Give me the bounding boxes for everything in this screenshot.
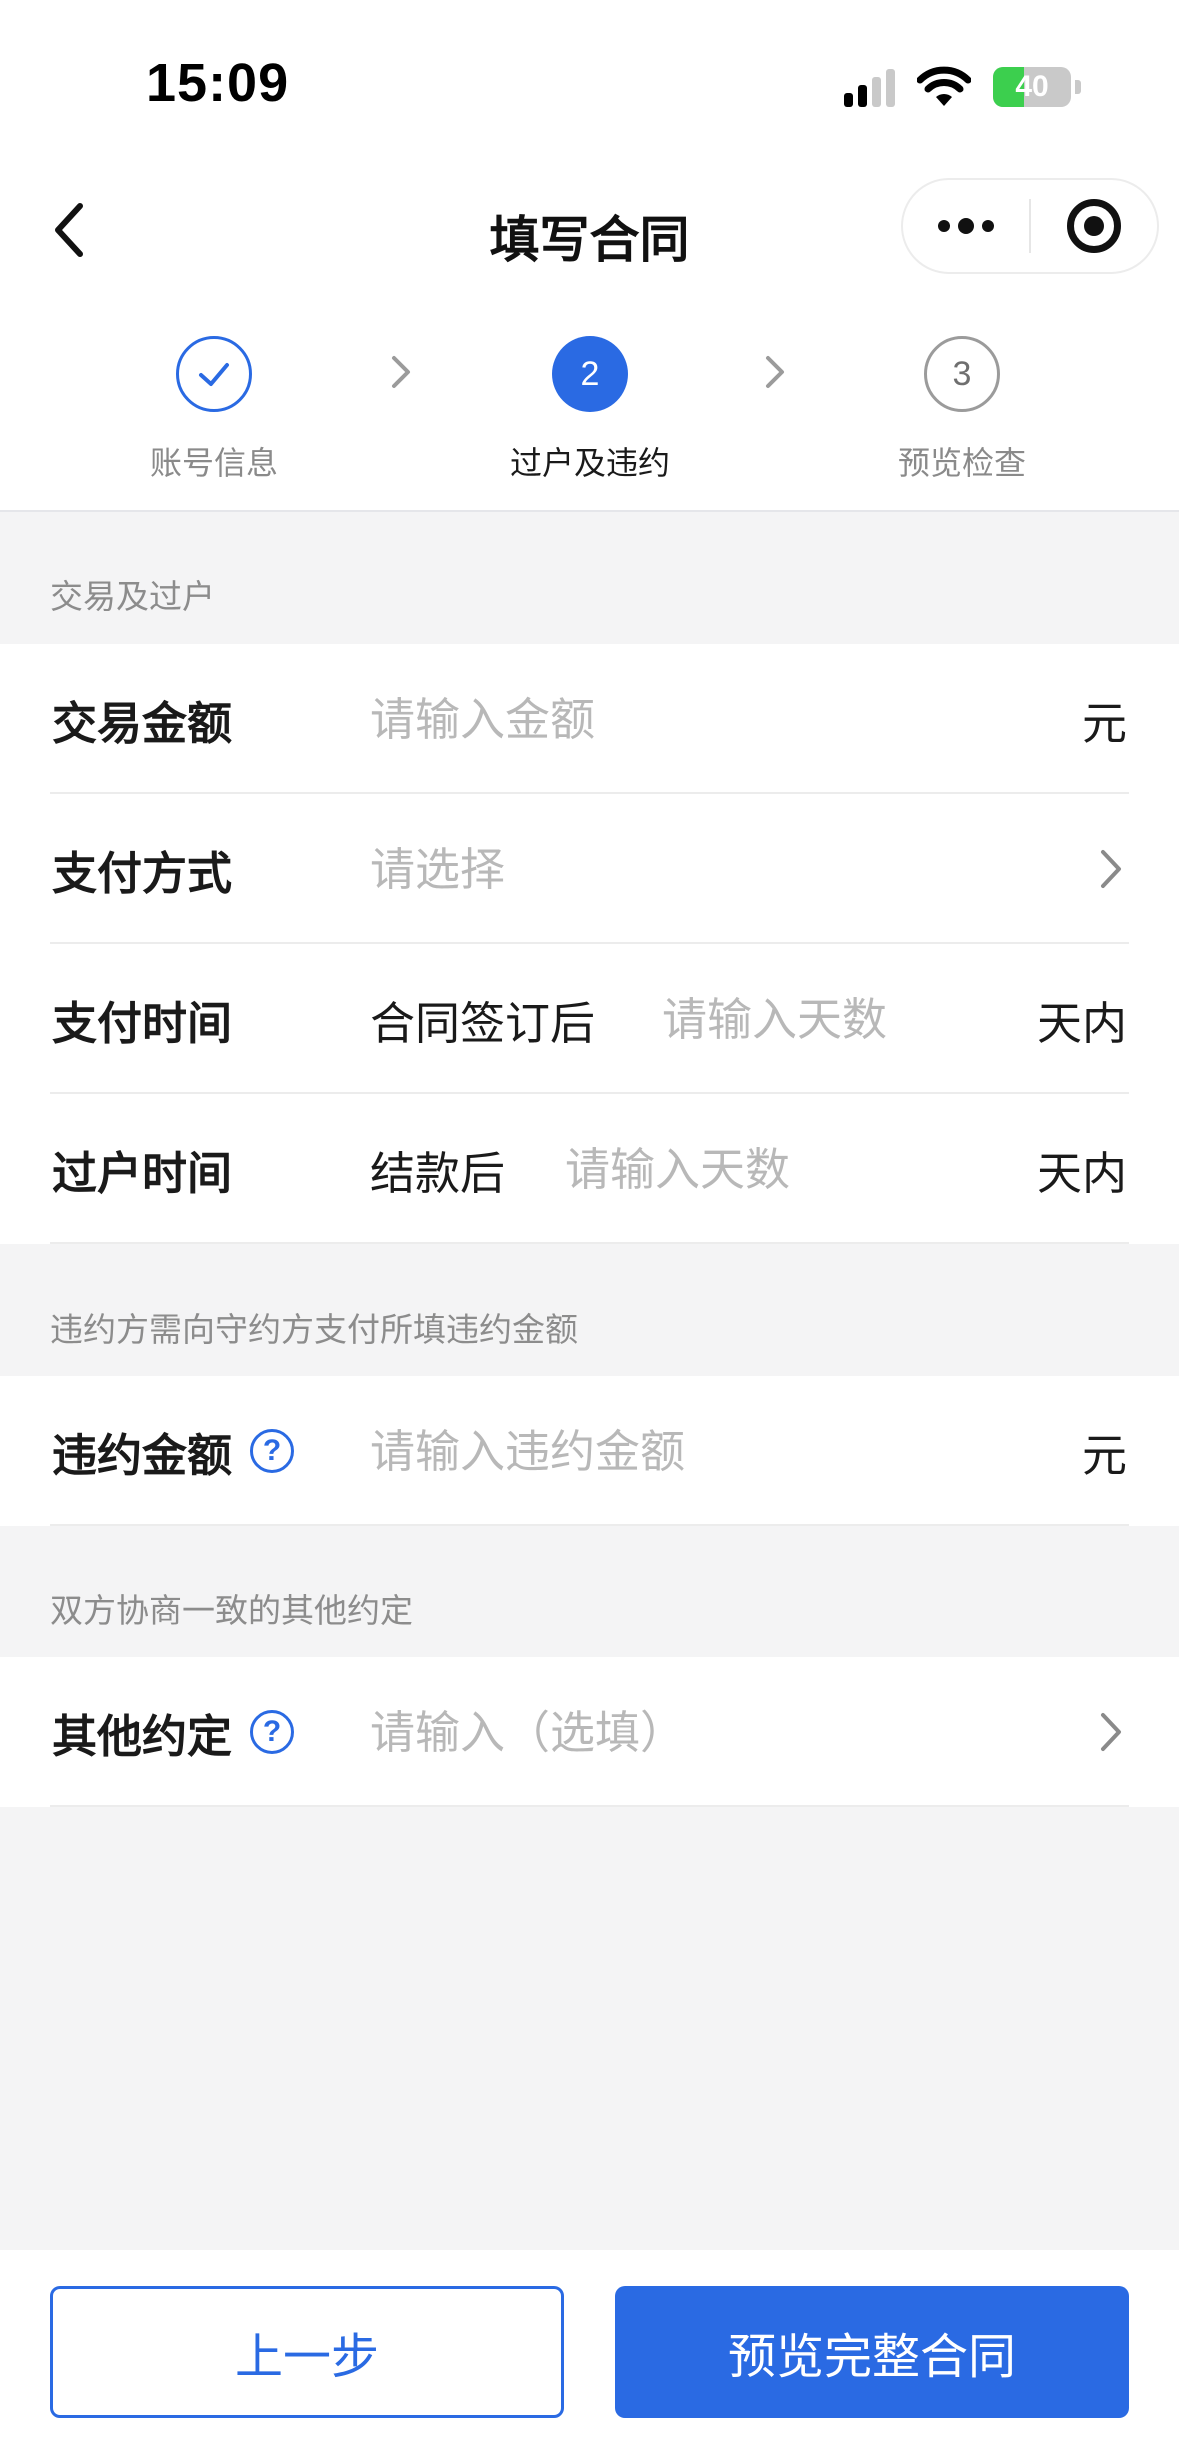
pay-time-days-input[interactable] <box>662 944 992 1094</box>
row-label: 交易金额 <box>52 696 233 750</box>
signal-icon <box>844 67 895 107</box>
row-label-text: 违约金额 <box>52 1428 233 1482</box>
step-transfer-breach: 2 过户及违约 <box>470 336 710 484</box>
unit-label: 元 <box>1081 696 1127 750</box>
page: 15:09 40 填写合同 账号信息 2 过户及违约 3 预览检查 交易及过户 … <box>0 0 1179 2460</box>
row-pay-method[interactable]: 支付方式 <box>0 794 1179 944</box>
unit-label: 元 <box>1081 1428 1127 1482</box>
close-miniprogram-button[interactable] <box>1031 180 1157 272</box>
mini-program-capsule <box>901 178 1159 274</box>
record-target-icon <box>1067 199 1121 253</box>
card-other: 其他约定 ? <box>0 1657 1179 1807</box>
step-preview-check: 3 预览检查 <box>842 336 1082 484</box>
row-other-agreement[interactable]: 其他约定 ? <box>0 1657 1179 1807</box>
checkmark-icon <box>176 336 252 412</box>
card-breach: 违约金额 ? 元 <box>0 1376 1179 1526</box>
row-pay-time: 支付时间 合同签订后 天内 <box>0 944 1179 1094</box>
breach-amount-input[interactable] <box>370 1376 1010 1526</box>
wifi-icon <box>917 66 971 106</box>
more-button[interactable] <box>903 180 1029 272</box>
prev-step-button[interactable]: 上一步 <box>50 2286 564 2418</box>
status-bar: 15:09 40 <box>0 0 1179 170</box>
step-label: 过户及违约 <box>509 444 670 482</box>
step-chevron-icon <box>392 356 410 388</box>
help-question-icon[interactable]: ? <box>250 1429 295 1473</box>
row-divider <box>50 1805 1129 1807</box>
nav-bar: 填写合同 <box>0 170 1179 290</box>
status-icons: 40 <box>844 66 1081 108</box>
stepper: 账号信息 2 过户及违约 3 预览检查 <box>0 290 1179 512</box>
bottom-action-bar: 上一步 预览完整合同 <box>0 2250 1179 2460</box>
step-number: 3 <box>924 336 1000 412</box>
transfer-time-days-input[interactable] <box>565 1094 985 1244</box>
row-transfer-time: 过户时间 结款后 天内 <box>0 1094 1179 1244</box>
chevron-right-icon <box>1101 1713 1121 1751</box>
step-label: 账号信息 <box>149 444 278 482</box>
pay-time-prefix: 合同签订后 <box>370 996 596 1050</box>
battery-icon: 40 <box>993 67 1071 107</box>
other-agreement-input[interactable] <box>370 1657 1010 1807</box>
row-label: 支付方式 <box>52 846 233 900</box>
row-label-text: 其他约定 <box>52 1709 233 1763</box>
card-trade: 交易金额 元 支付方式 支付时间 合同签订后 天内 过户时间 结款后 天内 <box>0 644 1179 1244</box>
row-label: 其他约定 ? <box>52 1657 295 1807</box>
unit-label: 天内 <box>1036 1146 1127 1200</box>
step-number: 2 <box>552 336 628 412</box>
battery-cap <box>1075 80 1081 94</box>
step-chevron-icon <box>766 356 784 388</box>
more-dots-icon <box>938 218 994 234</box>
step-account-info: 账号信息 <box>94 336 334 484</box>
chevron-right-icon <box>1101 850 1121 888</box>
preview-contract-button[interactable]: 预览完整合同 <box>615 2286 1129 2418</box>
row-trade-amount: 交易金额 元 <box>0 644 1179 794</box>
row-label: 违约金额 ? <box>52 1376 295 1526</box>
trade-amount-input[interactable] <box>370 644 1010 794</box>
section-title-breach: 违约方需向守约方支付所填违约金额 <box>50 1310 578 1349</box>
row-divider <box>50 1242 1129 1244</box>
battery-level: 40 <box>1015 70 1049 103</box>
row-label: 过户时间 <box>52 1146 233 1200</box>
section-title-trade: 交易及过户 <box>50 577 215 616</box>
row-breach-amount: 违约金额 ? 元 <box>0 1376 1179 1526</box>
pay-method-select[interactable] <box>370 794 1010 944</box>
help-question-icon[interactable]: ? <box>250 1710 295 1754</box>
unit-label: 天内 <box>1036 996 1127 1050</box>
transfer-time-prefix: 结款后 <box>370 1146 506 1200</box>
status-time: 15:09 <box>146 53 290 113</box>
section-title-other: 双方协商一致的其他约定 <box>50 1591 413 1630</box>
row-label: 支付时间 <box>52 996 233 1050</box>
row-divider <box>50 1524 1129 1526</box>
step-label: 预览检查 <box>897 444 1026 482</box>
